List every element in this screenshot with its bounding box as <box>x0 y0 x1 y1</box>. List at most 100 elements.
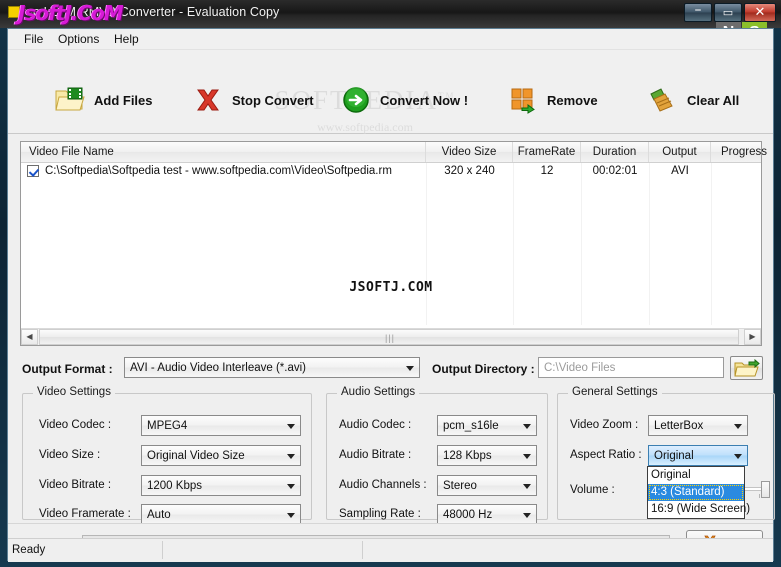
output-directory-label: Output Directory : <box>432 362 535 376</box>
audio-channels-value: Stereo <box>443 480 477 492</box>
clear-all-label: Clear All <box>687 92 740 108</box>
scroll-left-arrow-icon[interactable]: ◀ <box>21 329 38 345</box>
chevron-down-icon <box>734 423 742 429</box>
column-header-progress[interactable]: Progress <box>711 142 777 162</box>
video-size-label: Video Size : <box>39 449 101 461</box>
title-bar: Free HD M RMVB Converter - Evaluation Co… <box>0 0 781 28</box>
chevron-down-icon <box>523 423 531 429</box>
chevron-down-icon <box>287 423 295 429</box>
window-title: Free HD M RMVB Converter - Evaluation Co… <box>14 5 280 19</box>
remove-button[interactable]: Remove <box>508 82 598 118</box>
minimize-icon: – <box>694 2 702 18</box>
menu-item-options[interactable]: Options <box>50 31 107 48</box>
column-header-output[interactable]: Output <box>649 142 711 162</box>
cell-progress <box>711 163 777 180</box>
video-bitrate-select[interactable]: 1200 Kbps <box>141 475 301 496</box>
chevron-down-icon <box>523 453 531 459</box>
audio-bitrate-select[interactable]: 128 Kbps <box>437 445 537 466</box>
table-row[interactable]: C:\Softpedia\Softpedia test - www.softpe… <box>21 163 761 180</box>
close-icon: ✕ <box>754 5 766 20</box>
status-bar: Ready <box>8 538 773 560</box>
client-area: File Options Help SOFTPEDIATM www.softpe… <box>7 28 775 562</box>
maximize-button[interactable]: ▭ <box>714 3 742 22</box>
stop-convert-icon <box>193 86 223 114</box>
output-row: Output Format : AVI - Audio Video Interl… <box>8 355 773 387</box>
stop-convert-label: Stop Convert <box>232 92 314 108</box>
video-zoom-value: LetterBox <box>654 420 704 432</box>
status-text: Ready <box>8 541 163 559</box>
volume-slider-thumb[interactable] <box>761 481 770 498</box>
remove-icon <box>508 86 538 114</box>
chevron-down-icon <box>287 512 295 518</box>
toolbar: SOFTPEDIATM www.softpedia.com Add File <box>8 50 773 134</box>
video-settings-group: Video Settings Video Codec : MPEG4 Video… <box>22 386 312 525</box>
clear-all-broom-icon <box>648 86 678 114</box>
folder-open-icon <box>734 358 760 377</box>
video-bitrate-label: Video Bitrate : <box>39 479 112 491</box>
column-header-framerate[interactable]: FrameRate <box>513 142 581 162</box>
sampling-rate-label: Sampling Rate : <box>339 508 421 520</box>
audio-channels-select[interactable]: Stereo <box>437 475 537 496</box>
sampling-rate-select[interactable]: 48000 Hz <box>437 504 537 525</box>
audio-bitrate-value: 128 Kbps <box>443 450 492 462</box>
aspect-ratio-select[interactable]: Original <box>648 445 748 466</box>
browse-folder-button[interactable] <box>730 356 763 380</box>
application-window: Free HD M RMVB Converter - Evaluation Co… <box>0 0 781 567</box>
output-format-label: Output Format : <box>22 362 113 376</box>
file-list[interactable]: Video File Name Video Size FrameRate Dur… <box>20 141 767 346</box>
clear-all-button[interactable]: Clear All <box>648 82 739 118</box>
remove-label: Remove <box>547 92 598 108</box>
column-header-duration[interactable]: Duration <box>581 142 649 162</box>
convert-now-label: Convert Now ! <box>380 92 469 108</box>
volume-label: Volume : <box>570 484 615 496</box>
list-watermark: JSOFTJ.COM <box>349 280 433 295</box>
stop-convert-button[interactable]: Stop Convert <box>193 82 314 118</box>
convert-now-button[interactable]: Convert Now ! <box>341 82 468 118</box>
audio-codec-select[interactable]: pcm_s16le <box>437 415 537 436</box>
menu-item-help[interactable]: Help <box>106 31 147 48</box>
output-directory-input[interactable]: C:\Video Files <box>538 357 724 378</box>
minimize-button[interactable]: – <box>684 3 712 22</box>
video-zoom-label: Video Zoom : <box>570 419 639 431</box>
column-header-video-size[interactable]: Video Size <box>426 142 513 162</box>
cell-duration: 00:02:01 <box>592 165 638 177</box>
cell-video-size: 320 x 240 <box>444 165 495 177</box>
softpedia-wm-url: www.softpedia.com <box>317 120 413 134</box>
video-framerate-select[interactable]: Auto <box>141 504 301 525</box>
video-codec-label: Video Codec : <box>39 419 112 431</box>
general-settings-title: General Settings <box>568 386 662 398</box>
add-files-label: Add Files <box>94 92 153 108</box>
video-codec-select[interactable]: MPEG4 <box>141 415 301 436</box>
video-codec-value: MPEG4 <box>147 420 188 432</box>
menu-bar: File Options Help <box>8 29 773 50</box>
chevron-down-icon <box>734 453 742 459</box>
output-format-select[interactable]: AVI - Audio Video Interleave (*.avi) <box>124 357 420 378</box>
video-size-value: Original Video Size <box>147 450 245 462</box>
status-cell-2 <box>163 541 363 559</box>
scrollbar-thumb[interactable]: ||| <box>39 329 739 345</box>
dropdown-option-original[interactable]: Original <box>648 467 744 484</box>
dropdown-option-4-3-standard[interactable]: 4:3 (Standard) <box>648 484 744 501</box>
close-button[interactable]: ✕ <box>744 3 776 22</box>
dropdown-option-16-9-widescreen[interactable]: 16:9 (Wide Screen) <box>648 501 750 518</box>
status-cell-3 <box>363 541 773 559</box>
audio-channels-label: Audio Channels : <box>339 479 427 491</box>
cell-framerate: 12 <box>540 165 554 177</box>
convert-now-icon <box>341 86 371 114</box>
scroll-right-arrow-icon[interactable]: ▶ <box>744 329 761 345</box>
video-zoom-select[interactable]: LetterBox <box>648 415 748 436</box>
video-bitrate-value: 1200 Kbps <box>147 480 202 492</box>
chevron-down-icon <box>523 483 531 489</box>
aspect-ratio-dropdown-list[interactable]: Original 4:3 (Standard) 16:9 (Wide Scree… <box>647 466 750 519</box>
maximize-icon: ▭ <box>722 6 734 19</box>
horizontal-scrollbar[interactable]: ◀ ||| ▶ <box>21 328 761 345</box>
column-header-video-file-name[interactable]: Video File Name <box>21 142 426 162</box>
add-files-button[interactable]: Add Files <box>55 82 153 118</box>
video-framerate-label: Video Framerate : <box>39 508 131 520</box>
video-framerate-value: Auto <box>147 509 171 521</box>
audio-bitrate-label: Audio Bitrate : <box>339 449 412 461</box>
scrollbar-grip-icon: ||| <box>385 333 396 343</box>
video-size-select[interactable]: Original Video Size <box>141 445 301 466</box>
menu-item-file[interactable]: File <box>16 31 51 48</box>
chevron-down-icon <box>287 483 295 489</box>
